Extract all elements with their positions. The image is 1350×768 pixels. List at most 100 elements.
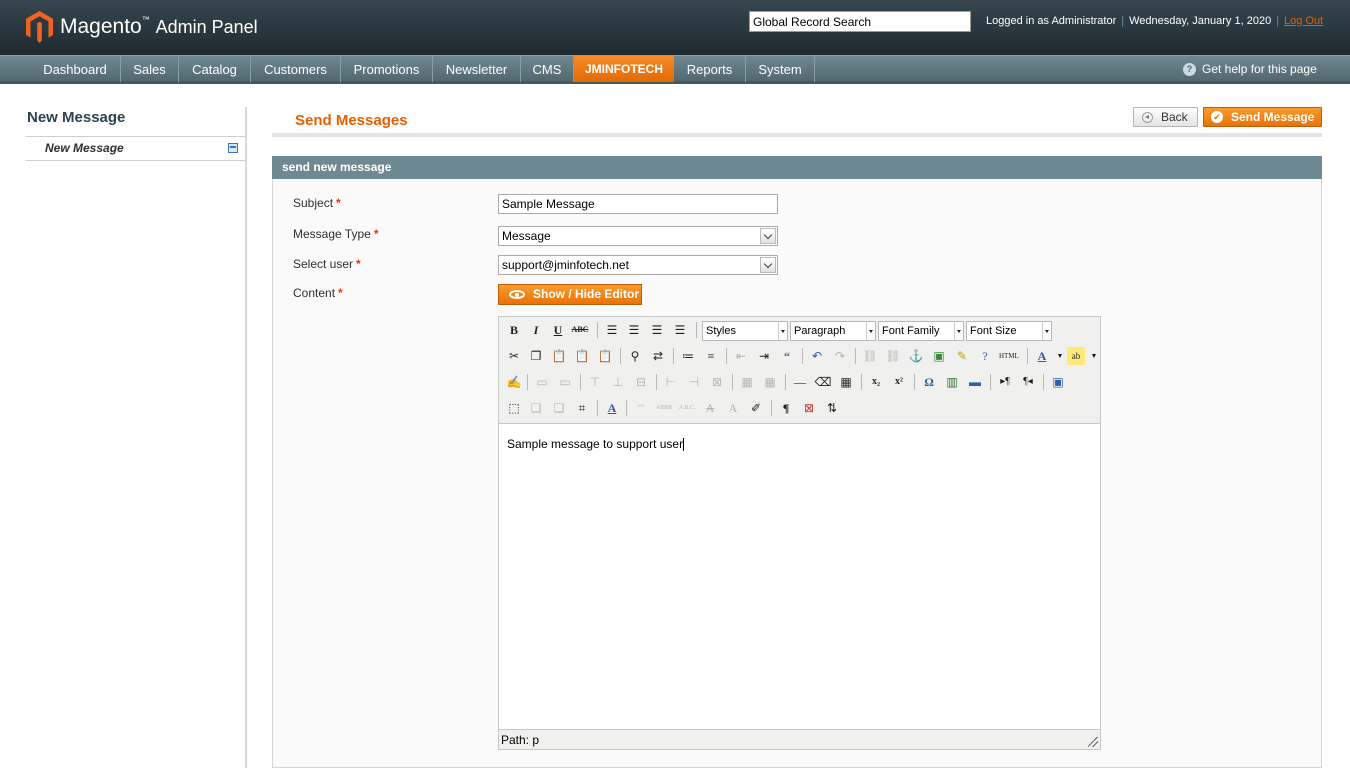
insert-layer-icon[interactable]: ⬚	[505, 399, 523, 417]
paste-icon[interactable]: 📋	[550, 347, 568, 365]
redo-icon[interactable]: ↷	[831, 347, 849, 365]
font-size-select[interactable]: Font Size	[966, 321, 1052, 341]
fullscreen-icon[interactable]: ▣	[1049, 373, 1067, 391]
align-right-icon[interactable]: ☰	[648, 321, 666, 339]
nav-item-promotions[interactable]: Promotions	[341, 56, 433, 82]
remove-format-icon[interactable]: ⌫	[814, 373, 832, 391]
media-icon[interactable]: ▥	[943, 373, 961, 391]
merge-cells-icon[interactable]: ▦	[761, 373, 779, 391]
nav-item-reports[interactable]: Reports	[674, 56, 746, 82]
nav-item-catalog[interactable]: Catalog	[179, 56, 251, 82]
paste-word-icon[interactable]: 📋	[596, 347, 614, 365]
select-user-select[interactable]: support@jminfotech.net	[498, 255, 778, 275]
bold-icon[interactable]: B	[505, 321, 523, 339]
insertion-icon[interactable]: A	[724, 399, 742, 417]
message-type-select[interactable]: Message	[498, 226, 778, 246]
strikethrough-icon[interactable]: ABC	[571, 321, 589, 339]
delete-col-icon[interactable]: ⊠	[708, 373, 726, 391]
superscript-icon[interactable]: x²	[890, 373, 908, 391]
split-cells-icon[interactable]: ▦	[738, 373, 756, 391]
align-justify-icon[interactable]: ☰	[671, 321, 689, 339]
subscript-icon[interactable]: x₂	[867, 373, 885, 391]
undo-icon[interactable]: ↶	[808, 347, 826, 365]
toolbar-separator	[626, 400, 627, 416]
insert-col-after-icon[interactable]: ⊣	[685, 373, 703, 391]
acronym-icon[interactable]: A.B.C.	[678, 399, 696, 417]
sidebar-item-new-message[interactable]: New Message	[45, 141, 124, 155]
magento-logo[interactable]: Magento™ Admin Panel	[26, 11, 266, 43]
indent-icon[interactable]: ⇥	[755, 347, 773, 365]
move-forward-icon[interactable]: ❏	[527, 399, 545, 417]
bullet-list-icon[interactable]: ≔	[679, 347, 697, 365]
page-break-icon[interactable]: ⇅	[823, 399, 841, 417]
check-icon: ✔	[1211, 111, 1223, 123]
row-props-icon[interactable]: ▭	[533, 373, 551, 391]
nav-item-customers[interactable]: Customers	[251, 56, 341, 82]
find-icon[interactable]: ⚲	[626, 347, 644, 365]
cell-props-icon[interactable]: ▭	[556, 373, 574, 391]
link-icon[interactable]: ⛓	[861, 347, 879, 365]
nav-item-dashboard[interactable]: Dashboard	[30, 56, 121, 82]
subject-input[interactable]	[498, 194, 778, 214]
abbreviation-icon[interactable]: ABBR	[655, 399, 673, 417]
styles-select[interactable]: Styles	[702, 321, 788, 341]
dropdown-arrow-icon[interactable]: ▼	[1085, 347, 1103, 365]
dropdown-arrow-icon	[778, 322, 787, 340]
paste-text-icon[interactable]: 📋	[573, 347, 591, 365]
insert-col-before-icon[interactable]: ⊢	[662, 373, 680, 391]
html-icon[interactable]: HTML	[999, 347, 1019, 365]
cite-icon[interactable]: “”	[632, 399, 650, 417]
visual-chars-icon[interactable]: ¶	[777, 399, 795, 417]
advanced-hr-icon[interactable]: ▬	[966, 373, 984, 391]
resize-handle-icon[interactable]	[1088, 737, 1098, 747]
nav-item-sales[interactable]: Sales	[121, 56, 179, 82]
nonbreaking-icon[interactable]: ⊠	[800, 399, 818, 417]
insert-row-before-icon[interactable]: ⊤	[586, 373, 604, 391]
logout-link[interactable]: Log Out	[1284, 15, 1323, 27]
style-props-icon[interactable]: A	[603, 399, 621, 417]
paragraph-select[interactable]: Paragraph	[790, 321, 876, 341]
rtl-icon[interactable]: ¶◂	[1019, 373, 1037, 391]
help-icon[interactable]: ?	[976, 347, 994, 365]
cleanup-icon[interactable]: ✎	[953, 347, 971, 365]
highlight-color-icon[interactable]: ab	[1067, 347, 1085, 365]
dropdown-arrow-icon	[866, 322, 875, 340]
numbered-list-icon[interactable]: ≡	[702, 347, 720, 365]
align-center-icon[interactable]: ☰	[625, 321, 643, 339]
image-icon[interactable]: ▣	[930, 347, 948, 365]
nav-item-jminfotech[interactable]: JMINFOTECH	[574, 56, 674, 82]
italic-icon[interactable]: I	[527, 321, 545, 339]
send-message-button[interactable]: ✔ Send Message	[1203, 107, 1322, 127]
blockquote-icon[interactable]: “	[778, 347, 796, 365]
align-left-icon[interactable]: ☰	[603, 321, 621, 339]
insert-row-after-icon[interactable]: ⊥	[609, 373, 627, 391]
font-family-select[interactable]: Font Family	[878, 321, 964, 341]
replace-icon[interactable]: ⇄	[649, 347, 667, 365]
attributes-icon[interactable]: ✐	[747, 399, 765, 417]
outdent-icon[interactable]: ⇤	[732, 347, 750, 365]
deletion-icon[interactable]: A	[701, 399, 719, 417]
horizontal-rule-icon[interactable]: —	[791, 373, 809, 391]
table-icon[interactable]: ▦	[837, 373, 855, 391]
cut-icon[interactable]: ✂	[505, 347, 523, 365]
nav-item-cms[interactable]: CMS	[521, 56, 574, 82]
nav-item-newsletter[interactable]: Newsletter	[433, 56, 521, 82]
editor-content-area[interactable]: Sample message to support user	[499, 423, 1100, 730]
special-char-icon[interactable]: Ω	[920, 373, 938, 391]
anchor-icon[interactable]: ⚓	[907, 347, 925, 365]
show-hide-editor-button[interactable]: Show / Hide Editor	[498, 284, 642, 305]
move-backward-icon[interactable]: ❏	[550, 399, 568, 417]
back-button[interactable]: Back	[1133, 107, 1198, 127]
unlink-icon[interactable]: ⛓	[884, 347, 902, 365]
ltr-icon[interactable]: ▸¶	[996, 373, 1014, 391]
help-link[interactable]: ? Get help for this page	[1183, 56, 1317, 82]
global-search-input[interactable]	[749, 11, 971, 32]
edit-table-icon[interactable]: ✍	[505, 373, 523, 391]
copy-icon[interactable]: ❐	[527, 347, 545, 365]
absolute-icon[interactable]: ⌗	[573, 399, 591, 417]
underline-icon[interactable]: U	[549, 321, 567, 339]
nav-item-system[interactable]: System	[746, 56, 815, 82]
text-color-icon[interactable]: A	[1033, 347, 1051, 365]
delete-row-icon[interactable]: ⊟	[632, 373, 650, 391]
message-type-label: Message Type *	[293, 227, 379, 241]
